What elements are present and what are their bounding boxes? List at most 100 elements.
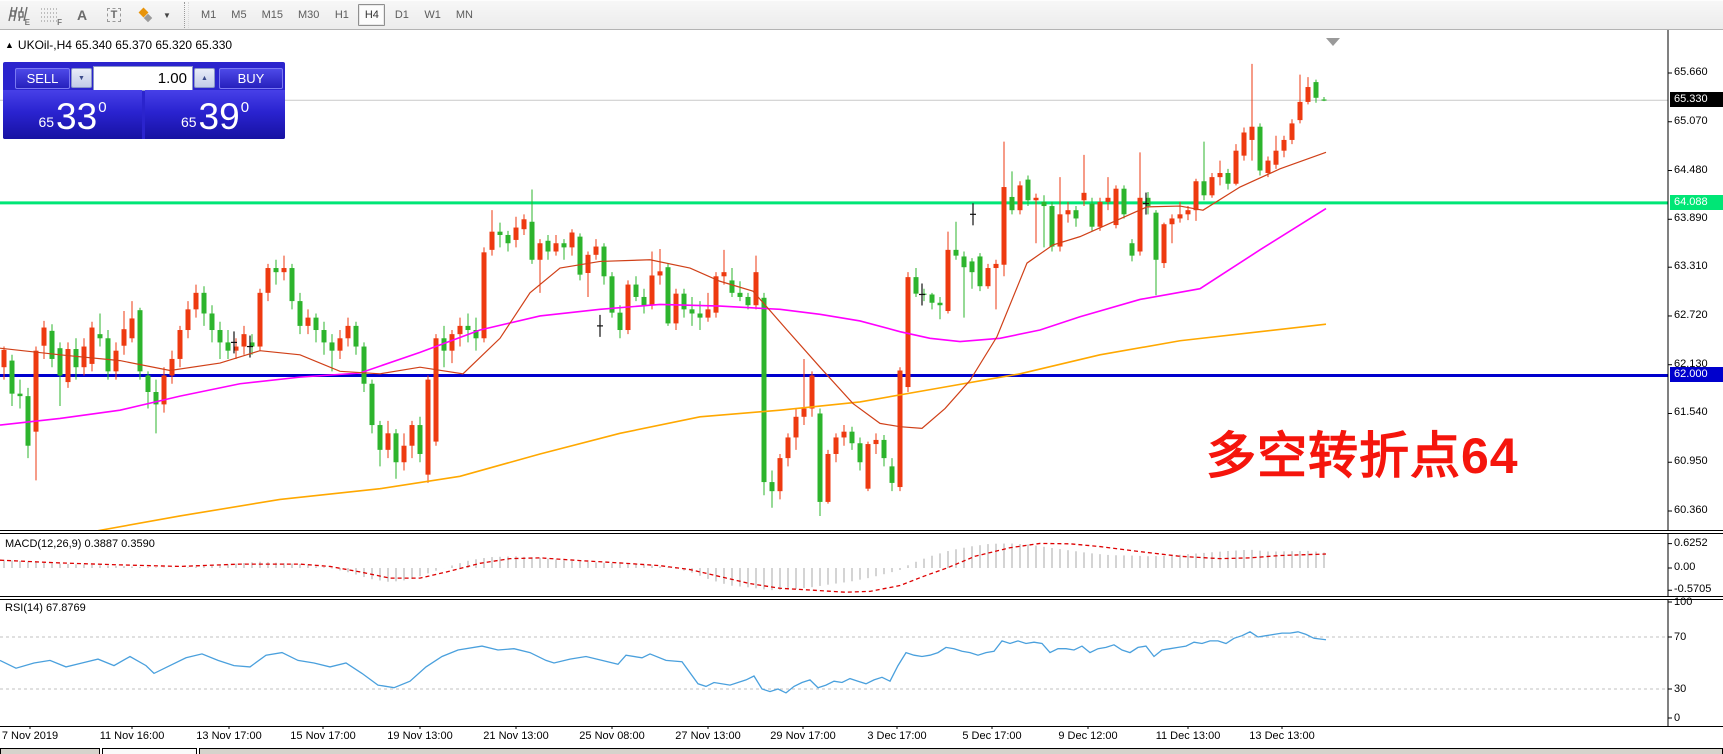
- candle: [522, 219, 527, 229]
- candle: [490, 232, 495, 250]
- axis-tick-label: 61.540: [1674, 406, 1722, 418]
- trading-terminal-window: E F A T ▼ M1M5M15M30H1H4D1W1MN: [0, 0, 1723, 754]
- candle: [122, 329, 127, 346]
- buy-quote-button[interactable]: 65390: [145, 90, 285, 139]
- candle: [1274, 151, 1279, 165]
- candle: [1170, 218, 1175, 224]
- candle: [298, 301, 303, 326]
- candle: [738, 293, 743, 297]
- axis-tick-label: 0.6252: [1674, 537, 1722, 549]
- candle: [130, 318, 135, 338]
- candle: [826, 454, 831, 502]
- candle: [266, 268, 271, 293]
- candle: [874, 440, 879, 444]
- one-click-trade-panel: SELL ▼ 1.00 ▲ BUY 65330 65390: [3, 62, 285, 139]
- candle: [1242, 133, 1247, 156]
- candle: [106, 338, 111, 371]
- candle: [34, 351, 39, 432]
- candle: [634, 285, 639, 297]
- candle: [1082, 193, 1087, 200]
- candle: [1322, 99, 1327, 100]
- candle: [410, 425, 415, 446]
- candle: [1266, 161, 1271, 173]
- candle: [322, 330, 327, 342]
- candle: [290, 268, 295, 301]
- candle: [458, 326, 463, 334]
- volume-decrease-button[interactable]: ▼: [71, 68, 92, 88]
- candle: [418, 425, 423, 454]
- candle: [906, 277, 911, 387]
- candle: [730, 280, 735, 292]
- collapse-triangle-icon[interactable]: ▲: [5, 40, 14, 50]
- candle: [18, 394, 23, 396]
- chart-annotation-text: 多空转折点64: [1206, 428, 1519, 484]
- volume-input[interactable]: 1.00: [93, 66, 193, 91]
- macd-rsi-separator[interactable]: [0, 596, 1723, 600]
- candle: [1218, 173, 1223, 177]
- candle: [346, 326, 351, 338]
- time-axis-label: 7 Nov 2019: [2, 730, 58, 742]
- blue-level-badge: 62.000: [1670, 367, 1723, 382]
- volume-increase-button[interactable]: ▲: [194, 68, 215, 88]
- sell-quote-button[interactable]: 65330: [3, 90, 142, 139]
- axis-tick-label: 100: [1674, 596, 1722, 608]
- candle: [114, 351, 119, 372]
- sell-button[interactable]: SELL: [15, 68, 70, 89]
- candle: [754, 272, 759, 305]
- macd-label: MACD(12,26,9) 0.3887 0.3590: [5, 538, 155, 550]
- candle: [434, 338, 439, 441]
- indicator-layer: [0, 543, 1668, 692]
- candle: [642, 297, 647, 305]
- candle: [354, 326, 359, 347]
- axis-tick-label: 63.310: [1674, 260, 1722, 272]
- time-axis-label: 13 Dec 13:00: [1249, 730, 1314, 742]
- candle: [1250, 127, 1255, 140]
- candle: [882, 440, 887, 458]
- candle: [658, 271, 663, 275]
- candle: [1050, 206, 1055, 246]
- time-axis-label: 13 Nov 17:00: [196, 730, 261, 742]
- bottom-tab[interactable]: [0, 748, 100, 754]
- candle: [194, 293, 199, 310]
- candle: [258, 293, 263, 347]
- shift-marker-icon: [1326, 38, 1340, 46]
- bottom-tab[interactable]: [102, 748, 197, 754]
- candle: [306, 318, 311, 326]
- candle: [930, 294, 935, 302]
- candle: [706, 309, 711, 317]
- candle: [2, 350, 7, 367]
- candle: [202, 293, 207, 314]
- green-level-badge: 64.088: [1670, 195, 1723, 210]
- buy-button[interactable]: BUY: [219, 68, 283, 89]
- axis-tick-label: 0.00: [1674, 561, 1722, 573]
- axis-tick-label: 60.950: [1674, 455, 1722, 467]
- candle: [1018, 185, 1023, 210]
- time-axis-label: 19 Nov 13:00: [387, 730, 452, 742]
- bottom-tab[interactable]: [199, 748, 1723, 754]
- candle: [338, 338, 343, 350]
- candle: [1098, 202, 1103, 227]
- candle: [26, 396, 31, 446]
- candle: [674, 294, 679, 324]
- candle: [682, 294, 687, 310]
- candle: [1162, 224, 1167, 263]
- candle: [466, 326, 471, 330]
- moving-averages-layer: [0, 152, 1326, 532]
- candle: [1130, 243, 1135, 255]
- candle: [1002, 187, 1007, 265]
- candle: [842, 432, 847, 438]
- candle: [1282, 140, 1287, 151]
- current-price-badge: 65.330: [1670, 92, 1723, 107]
- time-axis-label: 15 Nov 17:00: [290, 730, 355, 742]
- time-axis-label: 5 Dec 17:00: [962, 730, 1021, 742]
- candle: [954, 250, 959, 256]
- candle: [98, 334, 103, 338]
- candle: [514, 228, 519, 240]
- candle: [970, 261, 975, 272]
- candle: [450, 334, 455, 351]
- candle: [1226, 173, 1231, 184]
- candle: [946, 250, 951, 311]
- candle: [1210, 177, 1215, 195]
- main-macd-separator[interactable]: [0, 530, 1723, 534]
- candle: [146, 375, 151, 392]
